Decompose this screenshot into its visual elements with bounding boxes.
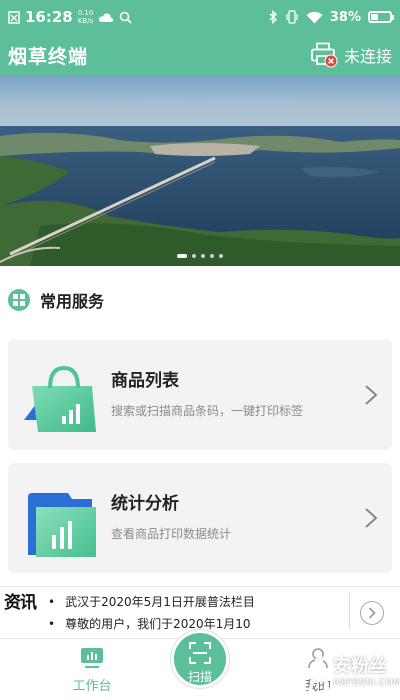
- carousel-dot[interactable]: [177, 254, 187, 258]
- carousel-indicator: [0, 254, 400, 258]
- network-speed: 0.10 KB/s: [77, 9, 94, 25]
- printer-connection-button[interactable]: 未连接: [310, 42, 392, 68]
- service-description: 搜索或扫描商品条码，一键打印标签: [111, 404, 304, 418]
- monitor-chart-icon: [81, 648, 103, 668]
- service-card-product-list[interactable]: 商品列表 搜索或扫描商品条码，一键打印标签: [8, 340, 392, 450]
- app-title: 烟草终端: [8, 45, 89, 68]
- user-icon: [308, 648, 328, 669]
- service-title: 商品列表: [111, 371, 179, 391]
- app-bar: 烟草终端 未连接: [0, 34, 400, 76]
- tab-workbench[interactable]: 工作台: [52, 639, 132, 700]
- chevron-right-icon: [368, 607, 376, 619]
- news-more-button[interactable]: [360, 601, 384, 625]
- news-list: 武汉于2020年5月1日开展普法栏目 尊敬的用户，我们于2020年1月10: [48, 591, 348, 635]
- section-header: 常用服务: [8, 288, 104, 312]
- service-title: 统计分析: [111, 494, 179, 514]
- carousel-dot[interactable]: [201, 254, 205, 258]
- service-description: 查看商品打印数据统计: [111, 527, 232, 541]
- battery-percent: 38%: [329, 9, 361, 25]
- printer-disconnected-icon: [310, 42, 338, 68]
- status-time: 16:28: [25, 8, 73, 26]
- vibrate-icon: [286, 10, 298, 24]
- connection-status: 未连接: [343, 47, 392, 66]
- notification-icon: [8, 10, 20, 24]
- news-ticker[interactable]: 资讯 武汉于2020年5月1日开展普法栏目 尊敬的用户，我们于2020年1月10: [0, 586, 400, 634]
- scan-button[interactable]: 扫描: [171, 630, 229, 688]
- grid-icon: [8, 289, 30, 311]
- carousel-dot[interactable]: [219, 254, 223, 258]
- banner-image: [0, 76, 400, 266]
- battery-icon: [368, 11, 394, 23]
- tab-label: 工作台: [72, 679, 112, 694]
- cloud-icon: [99, 12, 114, 22]
- carousel-dot[interactable]: [192, 254, 196, 258]
- shopping-bag-chart-icon: [24, 365, 96, 432]
- service-card-statistics[interactable]: 统计分析 查看商品打印数据统计: [8, 463, 392, 573]
- tab-label: 我的: [304, 679, 331, 694]
- chevron-right-icon: [365, 385, 378, 405]
- search-status-icon: [120, 11, 132, 24]
- divider: [349, 593, 350, 629]
- scan-icon: [189, 642, 211, 664]
- section-title: 常用服务: [40, 292, 105, 311]
- status-bar: 16:28 0.10 KB/s 38%: [0, 0, 400, 34]
- news-logo: 资讯: [4, 593, 37, 613]
- wifi-icon: [306, 11, 323, 23]
- banner-carousel[interactable]: [0, 76, 400, 266]
- news-item[interactable]: 武汉于2020年5月1日开展普法栏目: [48, 591, 348, 613]
- tab-label: 扫描: [187, 670, 212, 684]
- chevron-right-icon: [365, 508, 378, 528]
- carousel-dot[interactable]: [210, 254, 214, 258]
- tab-mine[interactable]: 我的: [278, 639, 358, 700]
- folder-chart-icon: [28, 493, 96, 557]
- bluetooth-icon: [269, 10, 277, 24]
